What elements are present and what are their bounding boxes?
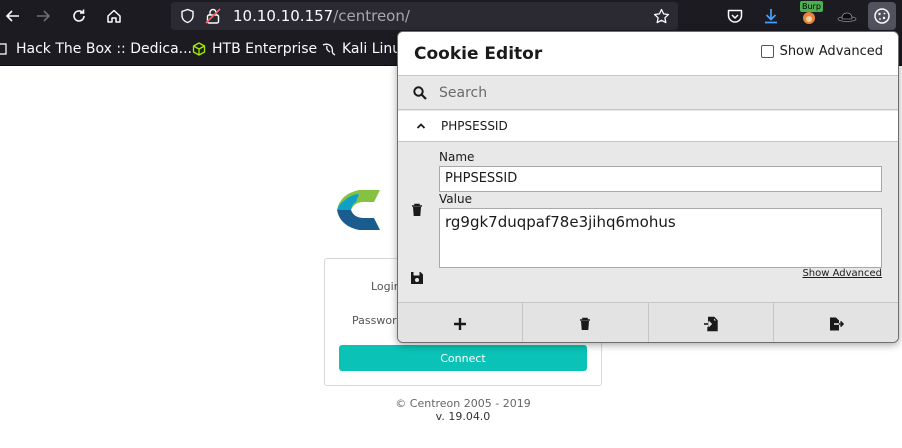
burp-badge: Burp xyxy=(800,1,823,12)
home-icon xyxy=(107,9,121,23)
add-cookie-button[interactable] xyxy=(398,303,524,342)
fedora-hat-icon xyxy=(837,12,857,22)
url-host: 10.10.10.157 xyxy=(233,7,334,25)
forward-arrow-icon xyxy=(37,10,51,22)
bookmark-hackthebox[interactable]: Hack The Box :: Dedica... xyxy=(0,41,192,57)
reload-button[interactable] xyxy=(66,4,92,28)
chevron-up-icon xyxy=(416,123,426,129)
trash-icon xyxy=(580,317,591,330)
plus-icon xyxy=(454,317,467,330)
hat-extension-button[interactable] xyxy=(835,4,859,28)
search-icon xyxy=(413,86,427,100)
delete-all-button[interactable] xyxy=(523,303,649,342)
name-label: Name xyxy=(439,150,475,164)
cookie-name-input[interactable]: PHPSESSID xyxy=(439,166,882,192)
browser-toolbar: 10.10.10.157/centreon/ Burp xyxy=(0,0,902,33)
burp-extension-button[interactable]: Burp xyxy=(797,1,823,28)
cookie-editor-button[interactable] xyxy=(868,2,896,30)
copyright-text: © Centreon 2005 - 2019 xyxy=(395,397,531,410)
show-advanced-toggle[interactable]: Show Advanced xyxy=(760,44,883,59)
delete-cookie-icon[interactable] xyxy=(409,202,425,218)
file-import-icon xyxy=(703,316,718,331)
download-icon xyxy=(765,9,777,24)
bookmark-label: HTB Enterprise xyxy=(212,41,318,57)
bookmark-star-icon[interactable] xyxy=(653,8,670,25)
tracking-shield-icon xyxy=(181,8,194,24)
bookmark-folder-icon xyxy=(0,43,7,55)
reload-icon xyxy=(73,9,85,22)
show-advanced-checkbox[interactable] xyxy=(760,45,774,58)
export-button[interactable] xyxy=(774,303,898,342)
url-bar[interactable]: 10.10.10.157/centreon/ xyxy=(171,2,678,30)
home-button[interactable] xyxy=(101,4,127,28)
insecure-lock-icon[interactable] xyxy=(205,7,221,25)
centreon-logo xyxy=(337,190,380,230)
cookie-value-textarea[interactable]: rg9gk7duqpaf78e3jihq6mohus xyxy=(439,208,882,268)
url-text[interactable]: 10.10.10.157/centreon/ xyxy=(233,7,410,25)
bookmark-htb-enterprise[interactable]: HTB Enterprise xyxy=(192,41,317,57)
htb-cube-icon xyxy=(192,42,206,56)
popup-header: Cookie Editor Show Advanced xyxy=(398,32,898,75)
save-cookie-icon[interactable] xyxy=(409,270,425,286)
search-input[interactable] xyxy=(439,83,879,103)
import-button[interactable] xyxy=(649,303,774,342)
password-label: Password xyxy=(352,314,404,327)
cookie-editor-popup: Cookie Editor Show Advanced PHPSESSID Na… xyxy=(397,31,899,343)
pocket-button[interactable] xyxy=(723,4,747,28)
cookie-edit-form: Name PHPSESSID Value rg9gk7duqpaf78e3jih… xyxy=(398,142,898,302)
cookie-item-header[interactable]: PHPSESSID xyxy=(398,111,898,142)
back-button[interactable] xyxy=(0,4,26,28)
value-label: Value xyxy=(439,192,472,206)
show-advanced-link[interactable]: Show Advanced xyxy=(802,268,882,279)
kali-dragon-icon xyxy=(322,43,336,56)
connect-button[interactable]: Connect xyxy=(339,345,587,371)
search-bar xyxy=(398,75,898,110)
version-text: v. 19.04.0 xyxy=(435,410,491,423)
screen: 10.10.10.157/centreon/ Burp Hack The Box… xyxy=(0,0,902,448)
pocket-icon xyxy=(727,9,743,23)
forward-button[interactable] xyxy=(30,4,56,28)
cookie-icon xyxy=(874,8,890,24)
action-bar xyxy=(398,302,898,342)
url-path: /centreon/ xyxy=(333,7,410,25)
file-export-icon xyxy=(829,317,844,330)
cookie-name-header: PHPSESSID xyxy=(441,119,508,133)
show-advanced-label: Show Advanced xyxy=(779,44,883,59)
downloads-button[interactable] xyxy=(759,4,783,28)
back-arrow-icon xyxy=(5,10,19,22)
popup-title: Cookie Editor xyxy=(414,44,543,64)
bookmark-label: Hack The Box :: Dedica... xyxy=(16,41,193,57)
